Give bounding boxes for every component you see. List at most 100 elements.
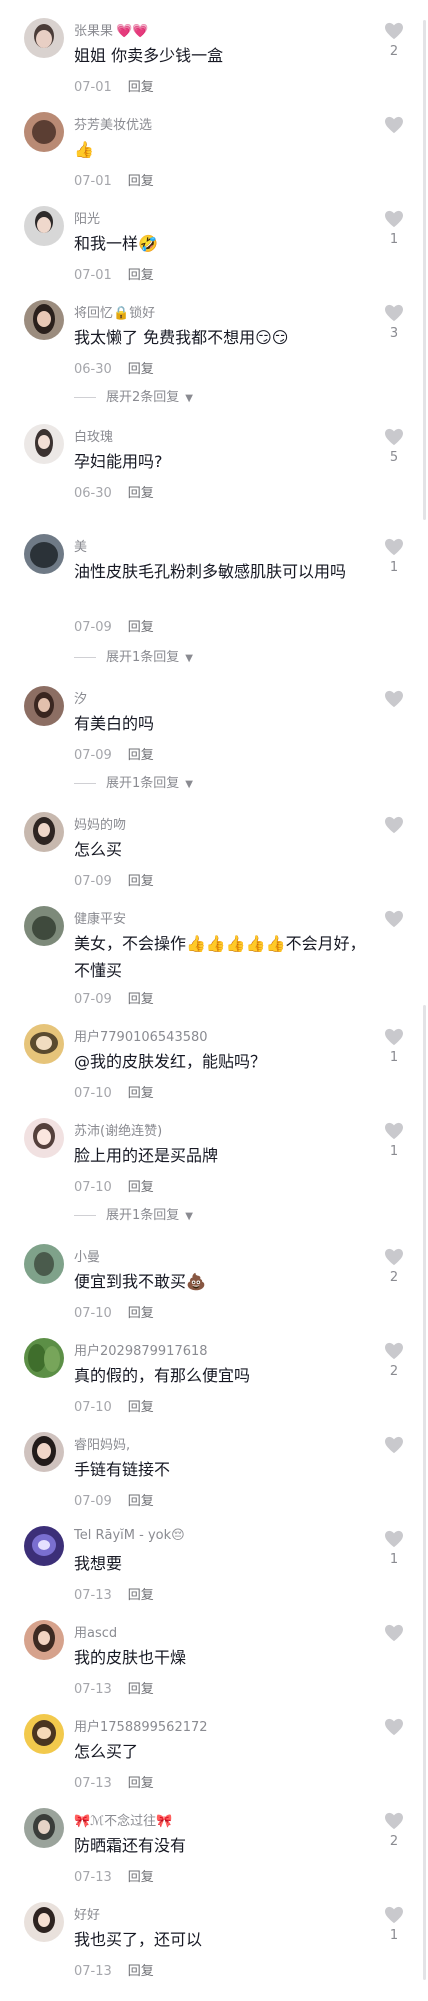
like-button[interactable] [376,910,412,948]
username[interactable]: 用户1758899562172 [74,1716,208,1735]
like-button[interactable]: 2 [376,22,412,60]
reply-button[interactable]: 回复 [128,1400,154,1415]
like-button[interactable]: 1 [376,1122,412,1160]
reply-button[interactable]: 回复 [128,1086,154,1101]
comment-text: 防晒霜还有没有 [74,1836,187,1855]
avatar[interactable] [24,1432,64,1472]
like-button[interactable]: 2 [376,1248,412,1286]
like-count: 1 [389,1552,399,1567]
reply-button[interactable]: 回复 [128,748,154,763]
scrollbar[interactable] [423,20,426,520]
like-button[interactable]: 1 [376,538,412,576]
comment-date: 07-01 [74,268,112,283]
comment-date: 07-13 [74,1588,112,1603]
expand-replies[interactable]: 展开2条回复 ▼ [74,386,193,405]
avatar[interactable] [24,112,64,152]
reply-button[interactable]: 回复 [128,1776,154,1791]
like-count [376,138,412,154]
like-button[interactable]: 2 [376,1342,412,1380]
comment-meta: 07-09 回复 [74,616,154,635]
username[interactable]: Tel RāyĭM - yok😔 [74,1528,185,1543]
like-button[interactable]: 1 [376,1530,412,1568]
heart-icon [385,910,403,928]
reply-button[interactable]: 回复 [128,174,154,189]
username[interactable]: 妈妈的吻 [74,814,126,833]
avatar[interactable] [24,1902,64,1942]
like-button[interactable]: 1 [376,1906,412,1944]
comment-text: 我也买了，还可以 [74,1930,203,1949]
like-button[interactable] [376,816,412,854]
comment-meta: 07-09 回复 [74,870,154,889]
avatar[interactable] [24,1714,64,1754]
username[interactable]: 🎀ℳ不念过往🎀 [74,1810,172,1829]
reply-button[interactable]: 回复 [128,268,154,283]
username[interactable]: 好好 [74,1904,100,1923]
username[interactable]: 将回忆🔒锁好 [74,302,155,321]
comment-meta: 07-13 回复 [74,1772,154,1791]
scrollbar[interactable] [423,1520,426,1980]
comment-date: 07-09 [74,1494,112,1509]
username[interactable]: 芬芳美妆优选 [74,114,152,133]
avatar[interactable] [24,686,64,726]
username[interactable]: 白玫瑰 [74,426,113,445]
like-button[interactable]: 1 [376,210,412,248]
avatar[interactable] [24,1244,64,1284]
username[interactable]: 汐 [74,688,87,707]
username[interactable]: 张果果 💗💗 [74,20,148,39]
avatar[interactable] [24,1526,64,1566]
avatar[interactable] [24,424,64,464]
expand-replies[interactable]: 展开1条回复 ▼ [74,772,193,791]
reply-button[interactable]: 回复 [128,874,154,889]
reply-button[interactable]: 回复 [128,992,154,1007]
like-button[interactable] [376,690,412,728]
username[interactable]: 睿阳妈妈, [74,1434,130,1453]
reply-button[interactable]: 回复 [128,362,154,377]
username[interactable]: 小曼 [74,1246,100,1265]
like-button[interactable]: 5 [376,428,412,466]
reply-button[interactable]: 回复 [128,1494,154,1509]
like-button[interactable]: 2 [376,1812,412,1850]
comment-text: 真的假的，有那么便宜吗 [74,1366,251,1385]
reply-button[interactable]: 回复 [128,1306,154,1321]
like-count [376,1646,412,1662]
like-button[interactable] [376,1624,412,1662]
avatar[interactable] [24,1808,64,1848]
like-button[interactable]: 3 [376,304,412,342]
username[interactable]: 用户2029879917618 [74,1340,208,1359]
like-button[interactable]: 1 [376,1028,412,1066]
scrollbar[interactable] [423,1005,426,1525]
username[interactable]: 苏沛(谢绝连赞) [74,1120,162,1139]
like-button[interactable] [376,1718,412,1756]
avatar[interactable] [24,812,64,852]
reply-button[interactable]: 回复 [128,1682,154,1697]
like-button[interactable] [376,116,412,154]
username[interactable]: 美 [74,536,87,555]
reply-button[interactable]: 回复 [128,620,154,635]
reply-button[interactable]: 回复 [128,80,154,95]
like-count: 2 [389,1270,399,1285]
avatar[interactable] [24,1338,64,1378]
avatar[interactable] [24,534,64,574]
username[interactable]: 用ascd [74,1622,117,1641]
avatar[interactable] [24,1024,64,1064]
heart-icon [385,1122,403,1140]
reply-button[interactable]: 回复 [128,1180,154,1195]
expand-replies[interactable]: 展开1条回复 ▼ [74,646,193,665]
chevron-down-icon: ▼ [185,1211,193,1222]
like-count: 2 [389,1364,399,1379]
avatar[interactable] [24,906,64,946]
username[interactable]: 健康平安 [74,908,126,927]
reply-button[interactable]: 回复 [128,1588,154,1603]
username[interactable]: 用户7790106543580 [74,1026,208,1045]
reply-button[interactable]: 回复 [128,1870,154,1885]
expand-replies[interactable]: 展开1条回复 ▼ [74,1204,193,1223]
reply-button[interactable]: 回复 [128,486,154,501]
username[interactable]: 阳光 [74,208,100,227]
avatar[interactable] [24,1118,64,1158]
like-button[interactable] [376,1436,412,1474]
avatar[interactable] [24,18,64,58]
avatar[interactable] [24,1620,64,1660]
reply-button[interactable]: 回复 [128,1964,154,1979]
avatar[interactable] [24,300,64,340]
avatar[interactable] [24,206,64,246]
